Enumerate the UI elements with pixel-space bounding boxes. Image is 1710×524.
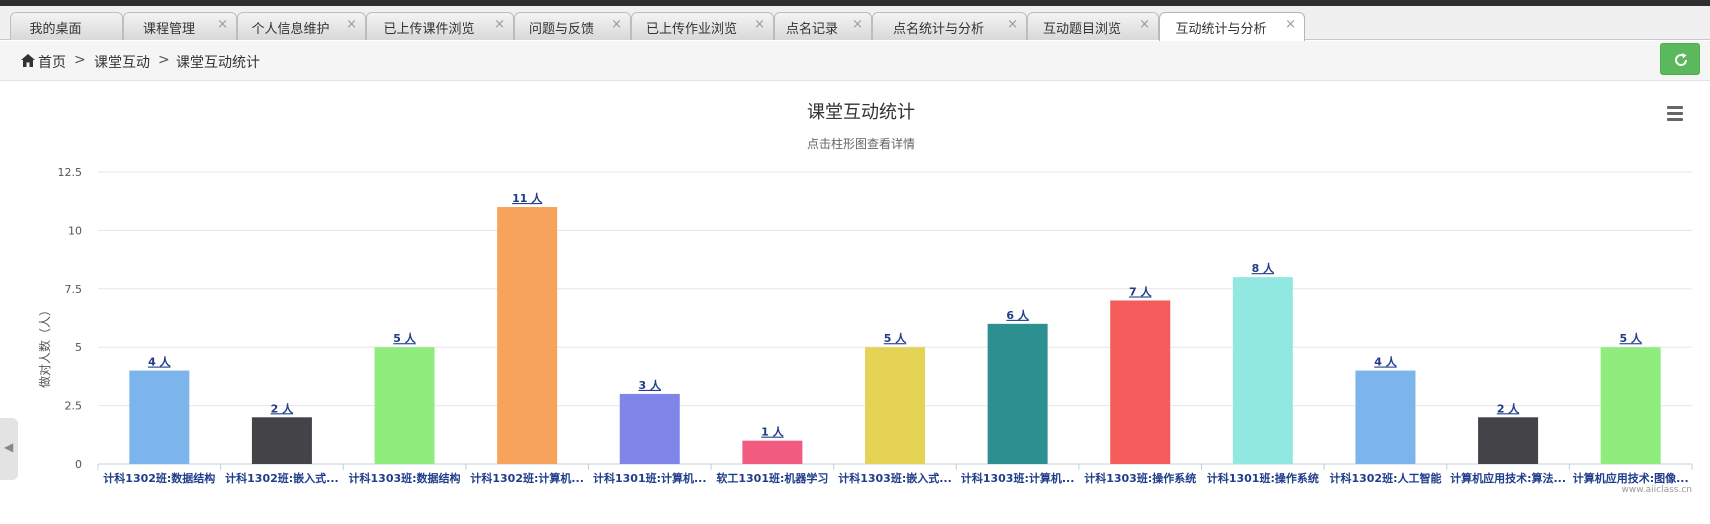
close-icon[interactable]: × [611, 17, 622, 32]
bar-6[interactable] [742, 440, 803, 464]
chart-credit[interactable]: www.aiiclass.cn [1622, 485, 1693, 495]
bar-2[interactable] [251, 417, 312, 464]
close-icon[interactable]: × [1139, 17, 1150, 32]
tab-label: 已上传作业浏览 [645, 22, 737, 37]
bar-1[interactable] [129, 370, 190, 464]
close-icon[interactable]: × [217, 17, 228, 32]
bar-data-label[interactable]: 11 人 [512, 191, 543, 205]
bar-12[interactable] [1478, 417, 1539, 464]
x-category-label[interactable]: 计科1303班:嵌入式... [838, 471, 952, 485]
tab-10[interactable]: 互动统计与分析 × [1159, 12, 1305, 41]
y-tick-label: 0 [75, 458, 82, 471]
tab-4[interactable]: 已上传课件浏览 × [366, 12, 514, 40]
close-icon[interactable]: × [494, 17, 505, 32]
breadcrumb-home-link[interactable]: 首页 [38, 52, 66, 72]
close-icon[interactable]: × [852, 17, 863, 32]
bar-data-label[interactable]: 6 人 [1006, 308, 1029, 322]
chart-menu-button[interactable] [1660, 102, 1690, 126]
tab-label: 个人信息维护 [251, 22, 330, 37]
y-tick-label: 7.5 [65, 283, 83, 296]
y-tick-label: 12.5 [58, 166, 83, 179]
x-category-label[interactable]: 计科1302班:嵌入式... [225, 471, 339, 485]
x-category-label[interactable]: 计科1303班:数据结构 [349, 471, 461, 485]
tab-label: 问题与反馈 [528, 22, 594, 37]
tab-5[interactable]: 问题与反馈 × [514, 12, 631, 40]
breadcrumb: 首页 > 课堂互动 > 课堂互动统计 [0, 41, 1710, 81]
x-category-label[interactable]: 计科1301班:计算机... [593, 471, 707, 485]
x-category-label[interactable]: 计科1302班:计算机... [470, 471, 584, 485]
close-icon[interactable]: × [1285, 17, 1296, 32]
tab-9[interactable]: 互动题目浏览 × [1027, 12, 1159, 40]
x-category-label[interactable]: 计科1302班:人工智能 [1329, 471, 1441, 485]
x-category-label[interactable]: 计科1303班:操作系统 [1084, 471, 1196, 485]
bar-data-label[interactable]: 4 人 [148, 355, 171, 369]
tab-label: 课程管理 [142, 22, 195, 37]
bar-9[interactable] [1110, 300, 1171, 464]
refresh-icon [1675, 53, 1688, 66]
tab-label: 点名统计与分析 [892, 22, 984, 37]
bar-data-label[interactable]: 5 人 [1619, 331, 1642, 345]
x-category-label[interactable]: 计算机应用技术:图像... [1573, 471, 1689, 485]
bar-11[interactable] [1355, 370, 1416, 464]
bar-data-label[interactable]: 7 人 [1129, 284, 1152, 298]
bar-data-label[interactable]: 5 人 [884, 331, 907, 345]
bar-13[interactable] [1600, 347, 1661, 464]
tab-bar: 我的桌面 课程管理 × 个人信息维护 × 已上传课件浏览 × 问题与反馈 × 已上传作业浏览 × 点名… [0, 6, 1710, 41]
close-icon[interactable]: × [1007, 17, 1018, 32]
tab-8[interactable]: 点名统计与分析 × [872, 12, 1027, 40]
tab-label: 已上传课件浏览 [383, 22, 475, 37]
x-category-label[interactable]: 计算机应用技术:算法... [1450, 471, 1566, 485]
bar-7[interactable] [865, 347, 925, 464]
bar-8[interactable] [987, 323, 1048, 464]
x-category-label[interactable]: 软工1301班:机器学习 [716, 471, 828, 485]
x-category-label[interactable]: 计科1301班:操作系统 [1207, 471, 1319, 485]
tab-label: 互动统计与分析 [1175, 22, 1267, 37]
breadcrumb-current: 课堂互动统计 [176, 55, 260, 71]
tab-label: 互动题目浏览 [1042, 22, 1121, 37]
tab-label: 我的桌面 [29, 22, 82, 37]
y-tick-label: 2.5 [65, 400, 83, 413]
y-tick-label: 5 [75, 341, 82, 354]
chart-subtitle: 点击柱形图查看详情 [807, 136, 915, 151]
bar-10[interactable] [1232, 277, 1293, 464]
tab-3[interactable]: 个人信息维护 × [237, 12, 366, 40]
bar-3[interactable] [374, 347, 435, 464]
close-icon[interactable]: × [346, 17, 357, 32]
bar-chart: 课堂互动统计 点击柱形图查看详情 0 2.5 5 7.5 10 12.5 计科1302班:数… [37, 102, 1693, 495]
breadcrumb-level1-link[interactable]: 课堂互动 [94, 52, 150, 72]
y-tick-label: 10 [68, 224, 82, 237]
bar-5[interactable] [619, 393, 680, 464]
bar-data-label[interactable]: 2 人 [271, 401, 294, 415]
bar-data-label[interactable]: 3 人 [639, 378, 662, 392]
home-icon [21, 54, 35, 67]
bar-data-label[interactable]: 8 人 [1252, 261, 1275, 275]
tab-2[interactable]: 课程管理 × [123, 12, 237, 40]
tab-7[interactable]: 点名记录 × [774, 12, 872, 40]
tab-1[interactable]: 我的桌面 [10, 12, 123, 40]
breadcrumb-separator: > [158, 52, 170, 68]
x-category-label[interactable]: 计科1303班:计算机... [961, 471, 1075, 485]
bar-data-label[interactable]: 1 人 [761, 425, 784, 439]
bar-data-label[interactable]: 4 人 [1374, 355, 1397, 369]
bar-data-label[interactable]: 5 人 [393, 331, 416, 345]
tab-label: 点名记录 [785, 22, 838, 37]
tab-6[interactable]: 已上传作业浏览 × [631, 12, 774, 40]
y-axis-title: 做对人数（人） [37, 304, 52, 388]
breadcrumb-separator: > [74, 52, 86, 68]
hamburger-menu-icon [1667, 106, 1683, 121]
refresh-button[interactable] [1660, 43, 1700, 75]
bar-data-label[interactable]: 2 人 [1497, 401, 1520, 415]
bar-4[interactable] [497, 207, 558, 464]
close-icon[interactable]: × [754, 17, 765, 32]
x-category-label[interactable]: 计科1302班:数据结构 [103, 471, 215, 485]
chart-title: 课堂互动统计 [807, 102, 915, 123]
